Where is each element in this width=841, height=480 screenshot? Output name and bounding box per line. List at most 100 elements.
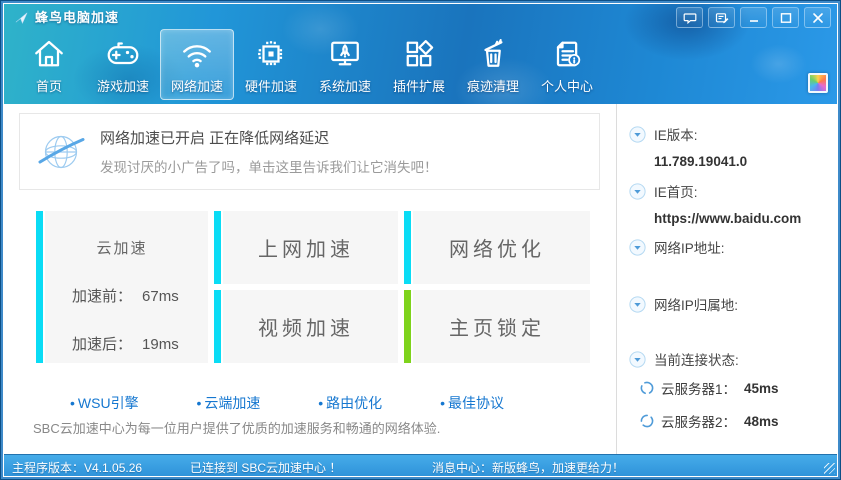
- nav-item-label: 首页: [36, 76, 62, 95]
- cloud-server-2-row: 云服务器2： 48ms: [639, 411, 779, 431]
- nav-item-home[interactable]: 首页: [12, 29, 86, 100]
- link-cloud-accel[interactable]: •云端加速: [196, 393, 260, 413]
- dropdown-circle-icon[interactable]: [629, 351, 646, 368]
- main-panel: 网络加速已开启 正在降低网络延迟 发现讨厌的小广告了吗，单击这里告诉我们让它消失…: [4, 104, 618, 455]
- nav-item-label: 个人中心: [541, 76, 593, 95]
- window-controls: [676, 7, 831, 28]
- app-window: 蜂鸟电脑加速: [0, 0, 841, 480]
- dropdown-circle-icon[interactable]: [629, 239, 646, 256]
- nav-item-plugin-extend[interactable]: 插件扩展: [382, 29, 456, 100]
- card-label: 视频加速: [258, 312, 354, 341]
- feedback-button[interactable]: [676, 7, 703, 28]
- nav-item-trace-clean[interactable]: 痕迹清理: [456, 29, 530, 100]
- content-area: 网络加速已开启 正在降低网络延迟 发现讨厌的小广告了吗，单击这里告诉我们让它消失…: [4, 104, 837, 455]
- latency-before-label: 加速前：: [72, 288, 132, 305]
- card-accent-bar: [36, 211, 45, 363]
- network-status-title: 网络加速已开启 正在降低网络延迟: [100, 127, 438, 148]
- homepage-lock-card[interactable]: 主页锁定: [404, 290, 590, 363]
- link-best-protocol[interactable]: •最佳协议: [440, 393, 504, 413]
- sidebar-item-label: 网络IP归属地:: [654, 294, 738, 314]
- tech-links: •WSU引擎 •云端加速 •路由优化 •最佳协议: [70, 393, 504, 413]
- cloud-accel-card[interactable]: 云加速 加速前：67ms 加速后：19ms: [36, 211, 208, 363]
- link-route-optimize[interactable]: •路由优化: [318, 393, 382, 413]
- card-label: 上网加速: [258, 233, 354, 262]
- nav-item-personal-center[interactable]: 个人中心: [530, 29, 604, 100]
- close-icon: [811, 12, 825, 24]
- card-accent-bar: [214, 290, 223, 363]
- ad-report-link[interactable]: 发现讨厌的小广告了吗，单击这里告诉我们让它消失吧！: [100, 156, 438, 176]
- nav-item-system-accel[interactable]: 系统加速: [308, 29, 382, 100]
- bullet: •: [440, 395, 445, 411]
- web-accel-card[interactable]: 上网加速: [214, 211, 398, 284]
- network-optimize-card[interactable]: 网络优化: [404, 211, 590, 284]
- nav-item-label: 插件扩展: [393, 76, 445, 95]
- maximize-icon: [779, 12, 793, 24]
- card-label: 主页锁定: [449, 312, 545, 341]
- home-icon: [30, 34, 68, 74]
- resize-grip[interactable]: [824, 463, 835, 474]
- latency-before: 加速前：67ms: [36, 285, 208, 306]
- dropdown-circle-icon[interactable]: [629, 126, 646, 143]
- feedback-bubble-icon: [683, 12, 697, 24]
- card-label: 网络优化: [449, 233, 545, 262]
- spinner-icon: [639, 413, 655, 429]
- bullet: •: [196, 395, 201, 411]
- server-latency: 45ms: [744, 381, 779, 396]
- cloud-server-1-row: 云服务器1： 45ms: [639, 378, 779, 398]
- status-message-panel[interactable]: 网络加速已开启 正在降低网络延迟 发现讨厌的小广告了吗，单击这里告诉我们让它消失…: [19, 113, 600, 190]
- nav-item-network-accel[interactable]: 网络加速: [160, 29, 234, 100]
- sidebar-item-connection-status: 当前连接状态:: [629, 349, 739, 369]
- card-title: 云加速: [36, 211, 208, 258]
- message-center: 消息中心：新版蜂鸟，加速更给力！: [432, 459, 624, 476]
- latency-after: 加速后：19ms: [36, 333, 208, 354]
- skin-change-icon: [715, 12, 729, 24]
- document-info-icon: [548, 34, 586, 74]
- nav-item-label: 游戏加速: [97, 76, 149, 95]
- sidebar-item-label: 网络IP地址:: [654, 237, 725, 257]
- dropdown-circle-icon[interactable]: [629, 296, 646, 313]
- titlebar[interactable]: 蜂鸟电脑加速: [4, 4, 837, 28]
- sidebar-item-ie-homepage: IE首页:: [629, 181, 698, 201]
- header: 蜂鸟电脑加速: [4, 4, 837, 106]
- latency-after-value: 19ms: [142, 336, 179, 353]
- dropdown-circle-icon[interactable]: [629, 183, 646, 200]
- sidebar-item-label: IE版本:: [654, 124, 698, 144]
- nav-item-label: 系统加速: [319, 76, 371, 95]
- ie-version-value: 11.789.19041.0: [654, 154, 747, 169]
- close-button[interactable]: [804, 7, 831, 28]
- sidebar-item-label: 当前连接状态:: [654, 349, 739, 369]
- app-title: 蜂鸟电脑加速: [35, 7, 119, 26]
- server-latency: 48ms: [744, 414, 779, 429]
- blocks-icon: [400, 34, 438, 74]
- bullet: •: [70, 395, 75, 411]
- app-logo-icon: [14, 10, 29, 25]
- feature-cards: 云加速 加速前：67ms 加速后：19ms 上网加速 网络优化: [36, 211, 590, 363]
- status-bar: 主程序版本：V4.1.05.26 已连接到 SBC云加速中心 ！ 消息中心：新版…: [4, 454, 837, 476]
- nav-item-label: 网络加速: [171, 76, 223, 95]
- theme-color-palette-icon[interactable]: [808, 73, 828, 93]
- ie-homepage-value: https://www.baidu.com: [654, 211, 801, 226]
- wifi-icon: [178, 34, 216, 74]
- spinner-icon: [639, 380, 655, 396]
- service-description: SBC云加速中心为每一位用户提供了优质的加速服务和畅通的网络体验.: [33, 418, 440, 437]
- video-accel-card[interactable]: 视频加速: [214, 290, 398, 363]
- sidebar-item-ie-version: IE版本:: [629, 124, 698, 144]
- link-wsu-engine[interactable]: •WSU引擎: [70, 393, 139, 413]
- minimize-icon: [747, 12, 761, 24]
- sidebar-item-label: IE首页:: [654, 181, 698, 201]
- maximize-button[interactable]: [772, 7, 799, 28]
- skin-button[interactable]: [708, 7, 735, 28]
- nav-toolbar: 首页 游戏加速 网络加速 硬件加速: [12, 29, 604, 103]
- nav-item-hardware-accel[interactable]: 硬件加速: [234, 29, 308, 100]
- globe-icon: [36, 127, 86, 177]
- connection-status: 已连接到 SBC云加速中心 ！: [190, 459, 341, 476]
- minimize-button[interactable]: [740, 7, 767, 28]
- nav-item-game-accel[interactable]: 游戏加速: [86, 29, 160, 100]
- sidebar-item-ip-location: 网络IP归属地:: [629, 294, 738, 314]
- card-accent-bar: [404, 211, 413, 284]
- nav-item-label: 硬件加速: [245, 76, 297, 95]
- bullet: •: [318, 395, 323, 411]
- server-label: 云服务器2：: [661, 411, 736, 431]
- message-texts: 网络加速已开启 正在降低网络延迟 发现讨厌的小广告了吗，单击这里告诉我们让它消失…: [100, 127, 438, 176]
- card-accent-bar: [214, 211, 223, 284]
